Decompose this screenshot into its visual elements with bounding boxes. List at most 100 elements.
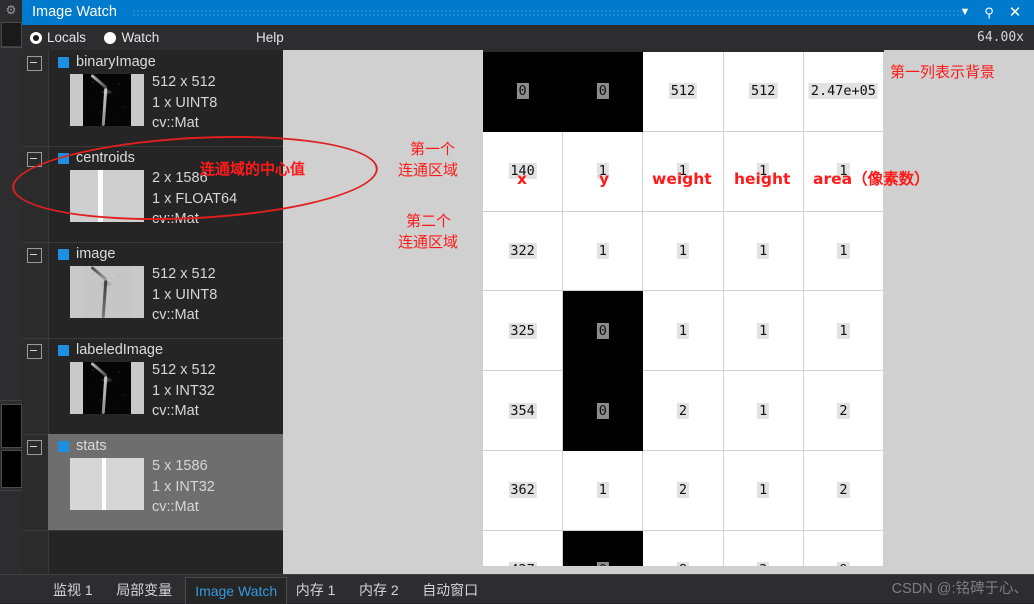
annotation-second-region-line1: 第二个 [406, 212, 452, 230]
tree-item-labeledImage[interactable]: labeledImage 512 x 512 1 x INT32 cv::Mat [22, 338, 283, 435]
grid-cell-value: 1 [676, 242, 690, 259]
grid-cell-r3-c4[interactable]: 1 [803, 291, 884, 372]
annotation-column-area: area（像素数） [813, 170, 930, 188]
tree-item-type: 1 x INT32 [152, 478, 215, 495]
tree-item-class: cv::Mat [152, 211, 199, 227]
grid-cell-value: 1 [837, 242, 850, 259]
annotation-column-height: height [734, 170, 791, 188]
tree-item-binaryImage[interactable]: binaryImage512 x 512 1 x UINT8 cv::Mat [22, 50, 283, 147]
tree-item-class: cv::Mat [152, 403, 199, 419]
collapse-icon[interactable] [27, 440, 42, 455]
matrix-type-icon [58, 57, 69, 68]
bottom-tab-1[interactable]: 局部变量 [107, 577, 181, 603]
matrix-type-icon [58, 153, 69, 164]
title-drag-handle[interactable] [132, 9, 962, 17]
radio-watch[interactable]: Watch [104, 25, 159, 50]
tree-item-meta: 5 x 1586 1 x INT32 cv::Mat [152, 456, 215, 518]
grid-cell-value: 0 [516, 83, 529, 100]
radio-locals[interactable]: Locals [30, 25, 86, 50]
tree-item-type: 1 x FLOAT64 [152, 190, 238, 207]
grid-cell-value: 2 [676, 482, 690, 499]
bottom-tab-0[interactable]: 监视 1 [44, 577, 102, 603]
grid-cell-value: 2 [837, 402, 850, 419]
radio-watch-label: Watch [121, 30, 160, 45]
grid-cell-value: 2.47e+05 [808, 83, 878, 100]
grid-cell-value: 322 [508, 242, 537, 259]
grid-cell-r0-c4[interactable]: 2.47e+05 [803, 52, 884, 132]
grid-cell-value: 0 [596, 402, 609, 419]
tree-item-name: image [76, 246, 116, 262]
collapse-icon[interactable] [27, 152, 42, 167]
grid-cell-r5-c1[interactable]: 1 [563, 451, 644, 531]
tree-item-image[interactable]: image 512 x 512 1 x UINT8 cv::Mat [22, 242, 283, 339]
grid-cell-value: 512 [668, 83, 698, 100]
grid-cell-value: 1 [757, 322, 770, 339]
radio-selected-icon [30, 32, 42, 44]
pixel-data-grid[interactable]: 0 0 512 512 2.47e+05 140 1 1 1 1 322 1 1 1 1 325 0 1 1 1 354… [483, 50, 884, 576]
grid-cell-r3-c3[interactable]: 1 [723, 291, 804, 372]
collapse-icon[interactable] [27, 248, 42, 263]
ide-strip-block-top [1, 22, 22, 48]
grid-cell-r4-c4[interactable]: 2 [803, 371, 884, 451]
pin-icon[interactable]: ⚲ [978, 0, 1000, 25]
tree-item-class: cv::Mat [152, 115, 199, 131]
grid-cell-r4-c2[interactable]: 2 [643, 371, 724, 451]
thumbnail-preview[interactable] [70, 74, 144, 126]
bottom-tab-strip: 监视 1 局部变量 Image Watch 内存 1 内存 2 自动窗口 CSDN @:铭… [0, 574, 1034, 604]
thumbnail-preview[interactable] [70, 266, 144, 318]
thumbnail-preview[interactable] [70, 170, 144, 222]
grid-cell-value: 1 [837, 322, 850, 339]
tree-item-name: binaryImage [76, 54, 156, 70]
thumbnail-preview[interactable] [70, 362, 144, 414]
grid-cell-r2-c2[interactable]: 1 [643, 211, 724, 292]
collapse-icon[interactable] [27, 56, 42, 71]
ide-strip-divider [0, 400, 22, 401]
grid-cell-value: 1 [596, 242, 609, 259]
tree-item-name: stats [76, 438, 107, 454]
grid-cell-r2-c1[interactable]: 1 [563, 211, 644, 292]
grid-cell-r4-c1[interactable]: 0 [563, 371, 644, 451]
annotation-first-column-note: 第一列表示背景 [890, 63, 996, 81]
chevron-down-icon[interactable]: ▼ [954, 0, 976, 25]
tree-item-stats[interactable]: stats5 x 1586 1 x INT32 cv::Mat [22, 434, 283, 531]
tree-item-type: 1 x INT32 [152, 382, 215, 399]
grid-cell-r5-c4[interactable]: 2 [803, 451, 884, 531]
grid-cell-value: 354 [508, 402, 537, 419]
bottom-tab-5[interactable]: 自动窗口 [413, 577, 487, 603]
grid-cell-r3-c2[interactable]: 1 [643, 291, 724, 372]
grid-cell-r0-c3[interactable]: 512 [723, 52, 804, 132]
grid-cell-value: 512 [748, 83, 778, 100]
grid-cell-r0-c2[interactable]: 512 [643, 52, 724, 132]
annotation-first-region-line2: 连通区域 [398, 161, 459, 179]
grid-cell-r2-c0[interactable]: 322 [483, 211, 564, 292]
grid-cell-r5-c2[interactable]: 2 [643, 451, 724, 531]
grid-cell-r2-c3[interactable]: 1 [723, 211, 804, 292]
watermark: CSDN @:铭碑于心、 [891, 581, 1028, 597]
grid-cell-r4-c0[interactable]: 354 [483, 371, 564, 451]
bottom-tab-3[interactable]: 内存 1 [287, 577, 345, 603]
grid-cell-r2-c4[interactable]: 1 [803, 211, 884, 292]
gear-icon[interactable]: ⚙ [2, 0, 20, 20]
grid-cell-r3-c1[interactable]: 0 [563, 291, 644, 372]
tree-item-dims: 512 x 512 [152, 362, 216, 378]
variable-tree[interactable]: binaryImage 512 x 512 1 x UINT8 cv::Mat cent… [22, 50, 283, 574]
grid-cell-value: 0 [596, 322, 609, 339]
tree-item-meta: 512 x 512 1 x UINT8 cv::Mat [152, 72, 217, 134]
grid-cell-value: 1 [757, 402, 770, 419]
ide-strip-block-low [1, 450, 22, 488]
close-icon[interactable]: ✕ [1004, 0, 1026, 25]
grid-cell-r0-c0[interactable]: 0 [483, 52, 564, 132]
annotation-first-region-line1: 第一个 [410, 140, 456, 158]
grid-cell-r0-c1[interactable]: 0 [563, 52, 644, 132]
thumbnail-preview[interactable] [70, 458, 144, 510]
help-link[interactable]: Help [256, 25, 284, 50]
grid-cell-r3-c0[interactable]: 325 [483, 291, 564, 372]
window-title: Image Watch [32, 4, 117, 20]
grid-cell-r5-c0[interactable]: 362 [483, 451, 564, 531]
grid-cell-r4-c3[interactable]: 1 [723, 371, 804, 451]
grid-cell-r5-c3[interactable]: 1 [723, 451, 804, 531]
tree-item-meta: 512 x 5121 x INT32cv::Mat [152, 360, 216, 422]
bottom-tab-4[interactable]: 内存 2 [350, 577, 408, 603]
collapse-icon[interactable] [27, 344, 42, 359]
bottom-tab-2[interactable]: Image Watch [185, 577, 288, 604]
